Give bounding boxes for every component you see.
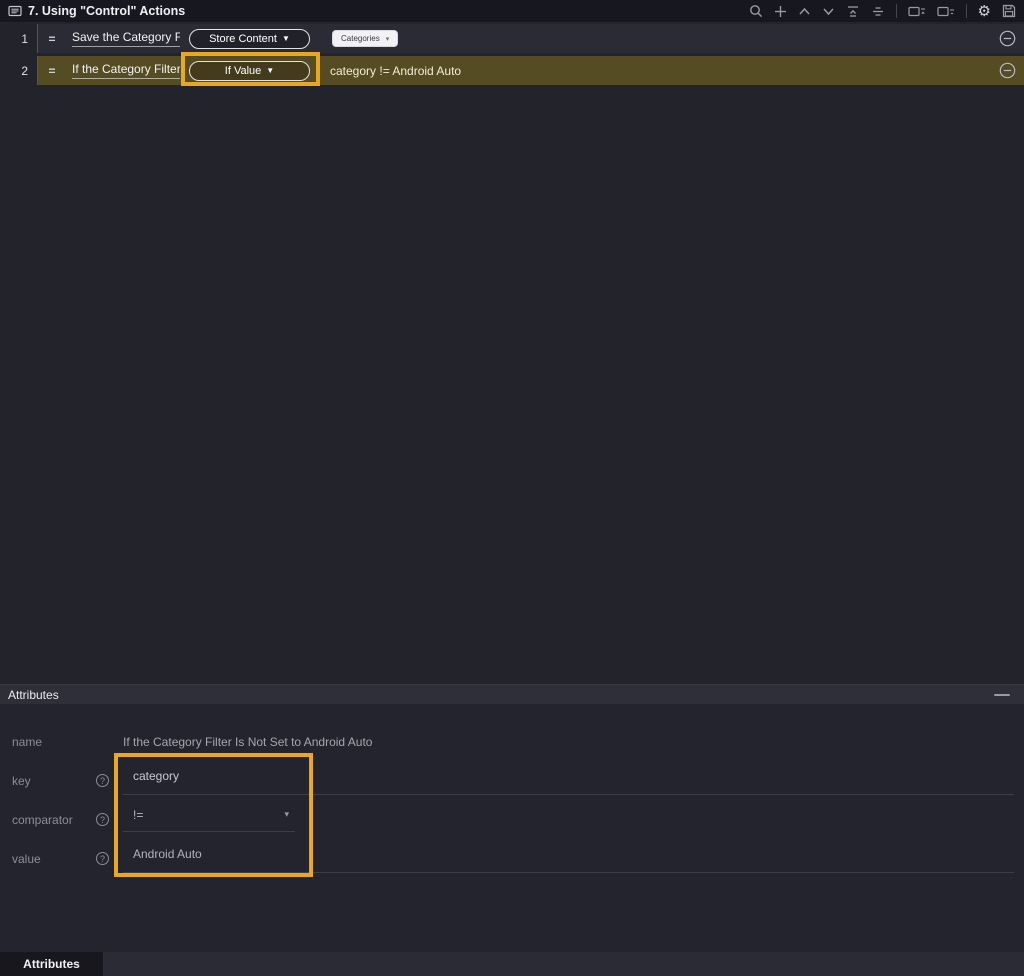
assign-symbol: = xyxy=(38,32,66,46)
step-number: 2 xyxy=(0,56,38,85)
settings-gear-icon[interactable]: ⚙ xyxy=(978,4,991,19)
tab-attributes[interactable]: Attributes xyxy=(0,952,103,976)
action-type-label: Store Content xyxy=(209,33,277,45)
attributes-panel: name If the Category Filter Is Not Set t… xyxy=(0,704,1024,952)
toolbar: ⚙ xyxy=(749,4,1016,19)
panel-collapse-bottom-icon[interactable] xyxy=(937,5,955,18)
name-value[interactable]: If the Category Filter Is Not Set to And… xyxy=(123,735,372,749)
action-type-dropdown[interactable]: Store Content ▼ xyxy=(189,29,310,49)
action-type-dropdown[interactable]: If Value ▼ xyxy=(189,61,310,81)
remove-step-icon[interactable] xyxy=(999,30,1016,47)
condition-summary: category != Android Auto xyxy=(330,64,461,78)
attributes-header-title: Attributes xyxy=(8,688,59,702)
toolbar-separator xyxy=(966,4,967,18)
window-title: 7. Using "Control" Actions xyxy=(28,4,185,18)
remove-step-icon[interactable] xyxy=(999,62,1016,79)
field-row-name: name If the Category Filter Is Not Set t… xyxy=(0,722,1024,761)
chevron-down-icon: ▾ xyxy=(284,809,289,820)
caret-down-icon: ▼ xyxy=(282,35,290,43)
toolbar-separator xyxy=(896,4,897,18)
bottom-tab-bar: Attributes xyxy=(0,952,1024,976)
document-list-icon xyxy=(8,4,22,18)
field-row-key: key ? category xyxy=(0,761,1024,800)
minimize-panel-icon[interactable] xyxy=(994,691,1010,699)
step-row-1[interactable]: 1 = Save the Category F Store Content ▼ … xyxy=(0,24,1024,53)
action-editor: 1 = Save the Category F Store Content ▼ … xyxy=(0,22,1024,684)
chevron-down-icon: ▾ xyxy=(386,35,390,43)
field-label: comparator xyxy=(12,813,96,827)
comparator-value: != xyxy=(133,808,143,822)
comparator-dropdown[interactable]: != ▾ xyxy=(123,808,295,832)
add-step-icon[interactable] xyxy=(774,5,787,18)
value-input[interactable]: Android Auto xyxy=(123,845,1014,873)
help-icon[interactable]: ? xyxy=(96,774,109,787)
attributes-panel-header: Attributes xyxy=(0,684,1024,704)
action-type-label: If Value xyxy=(225,65,262,77)
help-icon[interactable]: ? xyxy=(96,813,109,826)
key-value: category xyxy=(133,769,179,783)
save-icon[interactable] xyxy=(1002,4,1016,18)
expand-all-icon[interactable] xyxy=(871,5,885,18)
categories-chip-label: Categories xyxy=(341,34,380,43)
step-name-input[interactable]: Save the Category F xyxy=(72,30,180,47)
field-row-comparator: comparator ? != ▾ xyxy=(0,800,1024,839)
move-up-icon[interactable] xyxy=(798,5,811,18)
search-icon[interactable] xyxy=(749,4,763,18)
field-row-value: value ? Android Auto xyxy=(0,839,1024,878)
title-bar: 7. Using "Control" Actions xyxy=(0,0,1024,22)
step-name-input[interactable]: If the Category Filter xyxy=(72,62,180,79)
move-down-icon[interactable] xyxy=(822,5,835,18)
collapse-all-icon[interactable] xyxy=(846,5,860,18)
help-icon[interactable]: ? xyxy=(96,852,109,865)
caret-down-icon: ▼ xyxy=(266,67,274,75)
field-label: value xyxy=(12,852,96,866)
categories-chip[interactable]: Categories ▾ xyxy=(332,30,398,47)
field-label: key xyxy=(12,774,96,788)
assign-symbol: = xyxy=(38,64,66,78)
step-row-2-selected[interactable]: 2 = If the Category Filter If Value ▼ ca… xyxy=(0,56,1024,85)
step-number: 1 xyxy=(0,24,38,53)
key-input[interactable]: category xyxy=(123,767,1014,795)
field-label: name xyxy=(12,735,96,749)
value-value: Android Auto xyxy=(133,847,202,861)
panel-collapse-top-icon[interactable] xyxy=(908,5,926,18)
